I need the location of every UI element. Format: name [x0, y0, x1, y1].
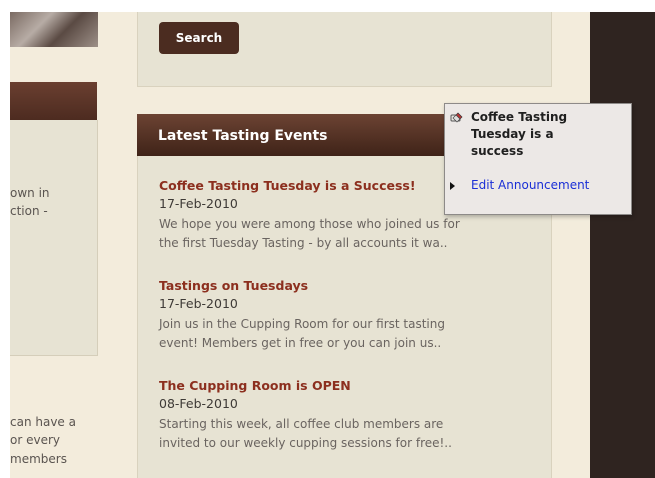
left-text-line: ction -: [10, 204, 48, 218]
right-dark-sidebar: [590, 12, 655, 478]
popup-title-line: success: [471, 144, 524, 158]
events-title: Latest Tasting Events: [158, 128, 328, 144]
page: own in ction - can have a or every membe…: [0, 0, 655, 478]
left-text-line: members: [10, 452, 67, 466]
event-summary-line: event! Members get in free or you can jo…: [159, 336, 442, 350]
event-summary-line: invited to our weekly cupping sessions f…: [159, 436, 452, 450]
event-date: 17-Feb-2010: [159, 196, 238, 211]
search-button[interactable]: Search: [159, 22, 239, 54]
edit-announcement-link[interactable]: Edit Announcement: [471, 178, 589, 192]
pencil-edit-icon: [450, 112, 463, 123]
menu-arrow-icon: [450, 182, 455, 190]
event-date: 08-Feb-2010: [159, 396, 238, 411]
popup-title: Coffee Tasting Tuesday is a success: [471, 109, 567, 160]
left-text-line: can have a: [10, 415, 76, 429]
left-text-line: own in: [10, 186, 50, 200]
event-title-link[interactable]: The Cupping Room is OPEN: [159, 378, 351, 393]
event-title-link[interactable]: Coffee Tasting Tuesday is a Success!: [159, 178, 416, 193]
left-text-line: or every: [10, 433, 60, 447]
popup-title-line: Tuesday is a: [471, 127, 554, 141]
event-summary-line: the first Tuesday Tasting - by all accou…: [159, 236, 448, 250]
event-title-link[interactable]: Tastings on Tuesdays: [159, 278, 308, 293]
event-summary-line: Join us in the Cupping Room for our firs…: [159, 317, 445, 331]
event-summary-line: Starting this week, all coffee club memb…: [159, 417, 444, 431]
event-date: 17-Feb-2010: [159, 296, 238, 311]
left-section-header: [10, 82, 97, 120]
left-banner-image: [10, 12, 98, 47]
left-section-panel: [10, 120, 98, 356]
popup-title-line: Coffee Tasting: [471, 110, 568, 124]
event-summary-line: We hope you were among those who joined …: [159, 217, 460, 231]
